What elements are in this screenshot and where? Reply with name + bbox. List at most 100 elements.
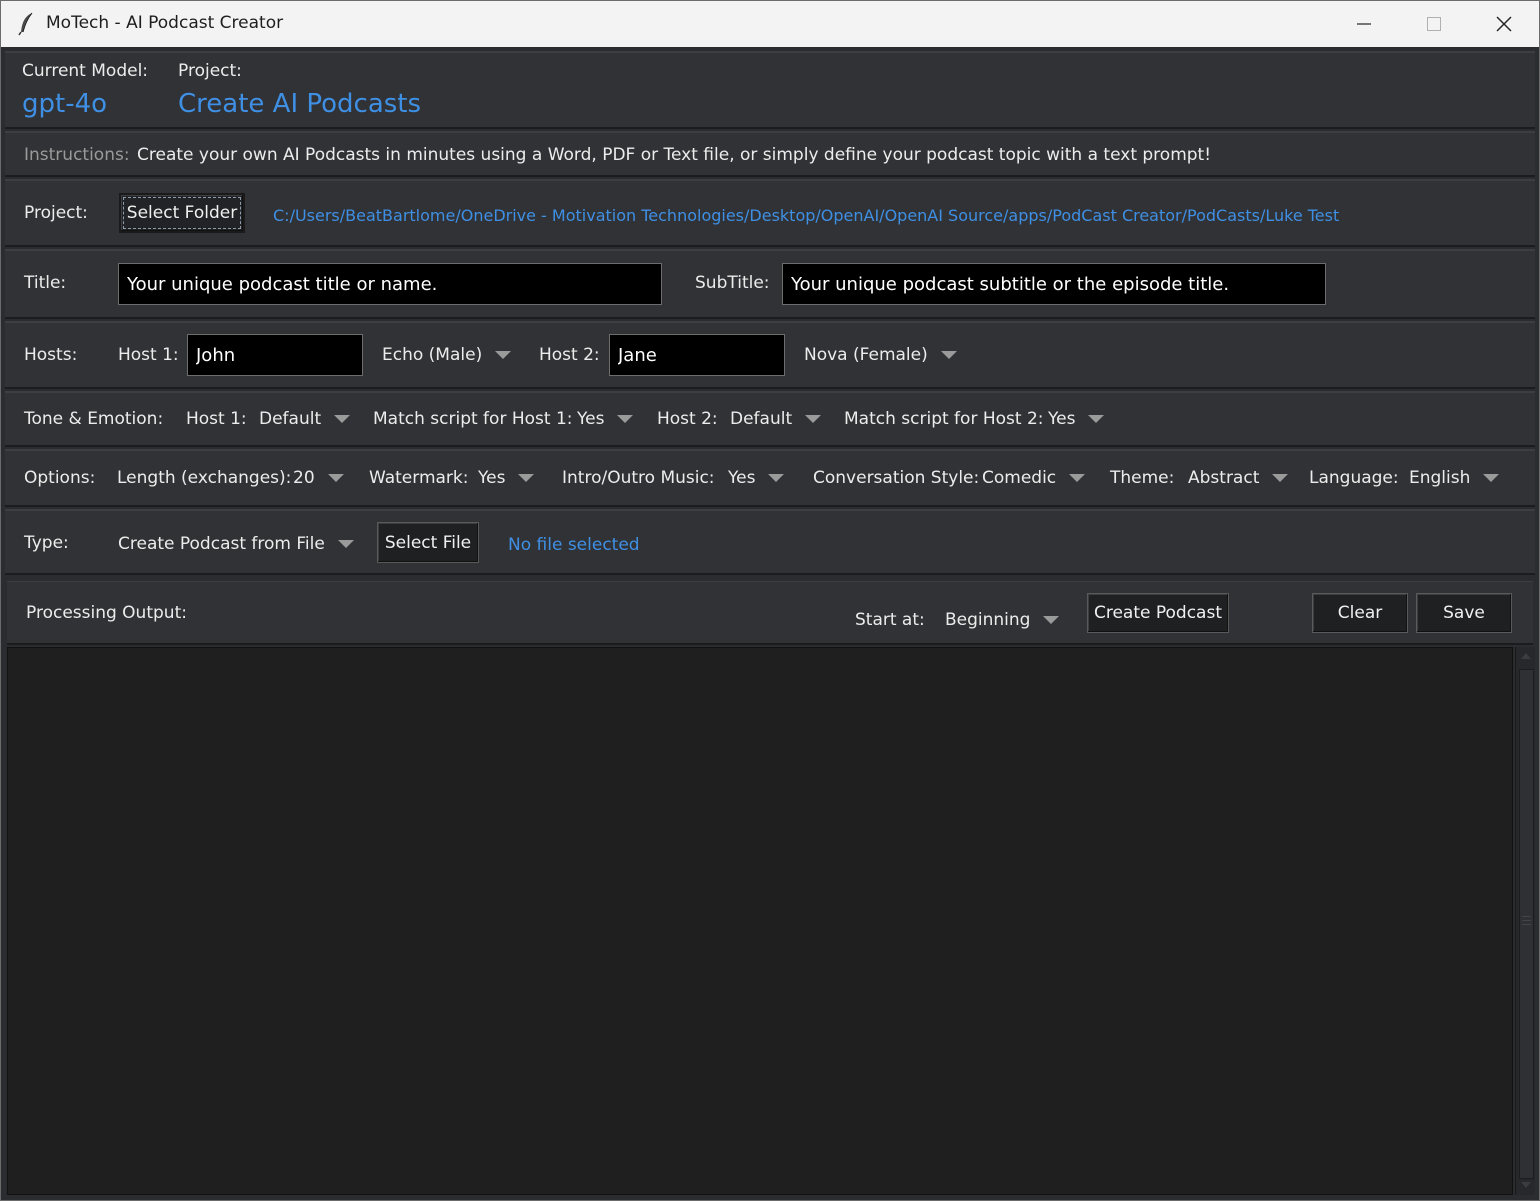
chevron-down-icon (940, 351, 957, 359)
tone-host2-dropdown[interactable]: Default (730, 409, 822, 429)
music-value: Yes (728, 468, 756, 488)
tone-panel: Tone & Emotion: Host 1: Default Match sc… (5, 391, 1535, 447)
instructions-text: Create your own AI Podcasts in minutes u… (137, 145, 1212, 165)
theme-label: Theme: (1110, 468, 1175, 488)
current-model-label: Current Model: (22, 61, 149, 81)
chevron-down-icon (1069, 474, 1086, 482)
match2-value: Yes (1048, 409, 1076, 429)
language-value: English (1409, 468, 1471, 488)
chevron-down-icon (495, 351, 512, 359)
theme-dropdown[interactable]: Abstract (1188, 468, 1289, 488)
minimize-button[interactable] (1329, 1, 1399, 47)
chevron-down-icon (768, 474, 785, 482)
close-icon (1496, 16, 1512, 32)
project-panel: Project: Select Folder C:/Users/BeatBart… (5, 179, 1535, 247)
processing-label: Processing Output: (26, 603, 187, 623)
host2-voice-dropdown[interactable]: Nova (Female) (804, 345, 957, 365)
chevron-down-icon (337, 540, 354, 548)
scrollbar-thumb[interactable] (1519, 669, 1534, 1179)
instructions-panel: Instructions: Create your own AI Podcast… (5, 131, 1535, 177)
watermark-value: Yes (478, 468, 506, 488)
type-panel: Type: Create Podcast from File Select Fi… (5, 509, 1535, 575)
match1-value: Yes (577, 409, 605, 429)
host1-label: Host 1: (118, 345, 179, 365)
header-panel: Current Model: gpt-4o Project: Create AI… (5, 51, 1535, 129)
tone-host2-label: Host 2: (657, 409, 718, 429)
title-input[interactable] (118, 263, 662, 305)
save-button[interactable]: Save (1416, 593, 1512, 633)
feather-icon (18, 12, 33, 36)
maximize-icon (1427, 17, 1441, 31)
chevron-down-icon (334, 415, 351, 423)
output-scrollbar[interactable] (1515, 647, 1535, 1195)
style-value: Comedic (982, 468, 1057, 488)
chevron-down-icon (805, 415, 822, 423)
titles-panel: Title: SubTitle: (5, 249, 1535, 319)
match1-dropdown[interactable]: Yes (577, 409, 634, 429)
minimize-icon (1357, 23, 1371, 25)
style-dropdown[interactable]: Comedic (982, 468, 1086, 488)
watermark-label: Watermark: (369, 468, 469, 488)
tone-host1-dropdown[interactable]: Default (259, 409, 351, 429)
host2-voice-value: Nova (Female) (804, 345, 928, 365)
match2-label: Match script for Host 2: (844, 409, 1044, 429)
hosts-panel: Hosts: Host 1: Echo (Male) Host 2: Nova … (5, 321, 1535, 389)
length-value: 20 (293, 468, 315, 488)
music-dropdown[interactable]: Yes (728, 468, 785, 488)
maximize-button[interactable] (1399, 1, 1469, 47)
style-label: Conversation Style: (813, 468, 980, 488)
chevron-down-icon (1043, 616, 1060, 624)
window-title: MoTech - AI Podcast Creator (46, 13, 284, 33)
match1-label: Match script for Host 1: (373, 409, 573, 429)
chevron-down-icon (1272, 474, 1289, 482)
type-value: Create Podcast from File (118, 534, 325, 554)
host2-label: Host 2: (539, 345, 600, 365)
title-label: Title: (24, 273, 67, 293)
watermark-dropdown[interactable]: Yes (478, 468, 535, 488)
language-label: Language: (1309, 468, 1399, 488)
instructions-label: Instructions: (24, 145, 130, 165)
start-at-label: Start at: (855, 610, 925, 630)
length-dropdown[interactable]: 20 (293, 468, 344, 488)
clear-button[interactable]: Clear (1312, 593, 1408, 633)
chevron-down-icon (617, 415, 634, 423)
project-path: C:/Users/BeatBartlome/OneDrive - Motivat… (273, 206, 1340, 225)
app-window: MoTech - AI Podcast Creator Current Mode… (0, 0, 1540, 1201)
processing-output-area[interactable] (7, 647, 1513, 1195)
close-button[interactable] (1469, 1, 1539, 47)
project-label: Project: (24, 203, 88, 223)
chevron-down-icon (1088, 415, 1105, 423)
scroll-up-icon[interactable] (1520, 651, 1532, 661)
theme-value: Abstract (1188, 468, 1260, 488)
start-at-value: Beginning (945, 610, 1031, 630)
project-header-value: Create AI Podcasts (178, 89, 422, 119)
select-folder-button[interactable]: Select Folder (119, 193, 245, 233)
host2-name-input[interactable] (609, 334, 785, 376)
subtitle-input[interactable] (782, 263, 1326, 305)
title-bar: MoTech - AI Podcast Creator (1, 1, 1539, 47)
start-at-dropdown[interactable]: Beginning (945, 610, 1060, 630)
host1-name-input[interactable] (187, 334, 363, 376)
tone-host1-value: Default (259, 409, 322, 429)
match2-dropdown[interactable]: Yes (1048, 409, 1105, 429)
language-dropdown[interactable]: English (1409, 468, 1500, 488)
chevron-down-icon (1483, 474, 1500, 482)
options-label: Options: (24, 468, 96, 488)
create-podcast-button[interactable]: Create Podcast (1087, 593, 1229, 633)
type-label: Type: (24, 533, 69, 553)
select-file-button[interactable]: Select File (377, 522, 479, 563)
processing-panel: Processing Output: Start at: Beginning C… (7, 581, 1533, 645)
tone-host1-label: Host 1: (186, 409, 247, 429)
host1-voice-dropdown[interactable]: Echo (Male) (382, 345, 512, 365)
options-panel: Options: Length (exchanges): 20 Watermar… (5, 449, 1535, 507)
tone-host2-value: Default (730, 409, 793, 429)
scroll-down-icon[interactable] (1520, 1180, 1532, 1190)
music-label: Intro/Outro Music: (562, 468, 715, 488)
hosts-label: Hosts: (24, 345, 78, 365)
host1-voice-value: Echo (Male) (382, 345, 483, 365)
chevron-down-icon (518, 474, 535, 482)
length-label: Length (exchanges): (117, 468, 292, 488)
subtitle-label: SubTitle: (695, 273, 770, 293)
tone-label: Tone & Emotion: (24, 409, 164, 429)
type-dropdown[interactable]: Create Podcast from File (118, 534, 354, 554)
